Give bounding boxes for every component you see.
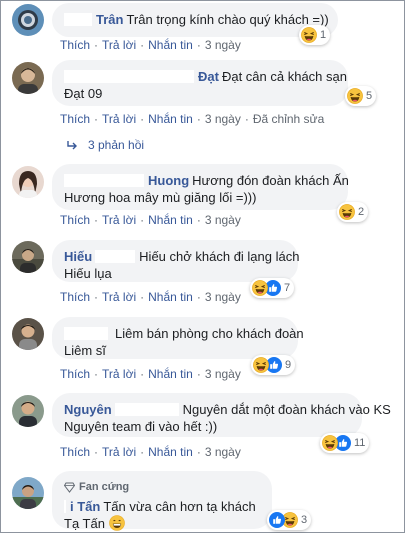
avatar[interactable]	[12, 477, 44, 509]
reaction-summary[interactable]: 3	[267, 510, 312, 530]
redacted-name	[64, 327, 108, 340]
comment-actions: Thích · Trả lời · Nhắn tin · 3 ngày	[60, 213, 241, 227]
reaction-count: 3	[301, 514, 308, 526]
reaction-summary[interactable]: 11	[320, 433, 370, 453]
reply-link[interactable]: Trả lời	[102, 445, 136, 459]
fan-badge[interactable]: Fan cứng	[64, 479, 260, 496]
timestamp[interactable]: 3 ngày	[205, 213, 241, 227]
like-link[interactable]: Thích	[60, 38, 90, 52]
fan-badge-label: Fan cứng	[79, 481, 130, 493]
timestamp[interactable]: 3 ngày	[205, 367, 241, 381]
like-link[interactable]: Thích	[60, 213, 90, 227]
redacted-name	[64, 174, 144, 187]
comment-text: Liêm bán phòng cho khách đoàn	[115, 326, 304, 341]
reply-link[interactable]: Trả lời	[102, 367, 136, 381]
comment-bubble: Trân Trân trọng kính chào quý khách =))	[52, 3, 338, 37]
commenter-name[interactable]: i Tấn	[70, 499, 100, 514]
haha-icon	[322, 435, 338, 451]
reply-link[interactable]: Trả lời	[102, 290, 136, 304]
reaction-summary[interactable]: 7	[250, 278, 295, 298]
redacted-name	[64, 70, 194, 83]
haha-icon	[252, 280, 268, 296]
avatar[interactable]	[12, 166, 44, 198]
timestamp[interactable]: 3 ngày	[205, 445, 241, 459]
comment-bubble: Huong Hương đón đoàn khách Ấn Hương hoa m…	[52, 164, 349, 210]
avatar[interactable]	[12, 62, 44, 94]
comment-text: Trân trọng kính chào quý khách =))	[126, 12, 329, 27]
reaction-count: 5	[366, 90, 373, 102]
haha-icon	[339, 204, 355, 220]
comment-actions: Thích · Trả lời · Nhắn tin · 3 ngày	[60, 367, 241, 381]
reply-link[interactable]: Trả lời	[102, 213, 136, 227]
comment-bubble: Hiếu Hiếu chở khách đi lạng lách Hiếu lụa	[52, 240, 300, 282]
timestamp[interactable]: 3 ngày	[205, 290, 241, 304]
comment-text: Tấn vừa cân hơn tạ khách	[103, 499, 256, 514]
avatar[interactable]	[12, 4, 44, 36]
message-link[interactable]: Nhắn tin	[148, 367, 193, 381]
diamond-icon	[64, 482, 75, 493]
like-icon	[269, 512, 285, 528]
commenter-name[interactable]: Huong	[148, 173, 189, 188]
reaction-summary[interactable]: 9	[251, 355, 296, 375]
reaction-summary[interactable]: 2	[337, 202, 369, 222]
message-link[interactable]: Nhắn tin	[148, 445, 193, 459]
reply-link[interactable]: Trả lời	[102, 38, 136, 52]
comment-bubble: Nguyên Nguyên dắt một đoàn khách vào KS N…	[52, 393, 391, 437]
like-link[interactable]: Thích	[60, 112, 90, 126]
timestamp[interactable]: 3 ngày	[205, 112, 241, 126]
comment-text-line-2: Đạt 09	[64, 86, 103, 101]
commenter-name[interactable]: Nguyên	[64, 402, 112, 417]
comment-text-line-2: Hương hoa mây mù giăng lối =)))	[64, 190, 257, 205]
comment-text: Hiếu chở khách đi lạng lách	[139, 249, 300, 264]
haha-icon	[301, 27, 317, 43]
avatar[interactable]	[12, 318, 44, 350]
like-link[interactable]: Thích	[60, 290, 90, 304]
comment-text-line-2: Tạ Tấn	[64, 516, 105, 531]
reaction-count: 2	[358, 206, 365, 218]
redacted-name	[64, 13, 92, 26]
comment-text: Đạt cân cả khách sạn	[221, 69, 347, 84]
comment-text: Hương đón đoàn khách Ấn	[192, 173, 349, 188]
message-link[interactable]: Nhắn tin	[148, 213, 193, 227]
message-link[interactable]: Nhắn tin	[148, 38, 193, 52]
haha-icon	[347, 88, 363, 104]
reply-arrow-icon	[67, 141, 77, 150]
reaction-count: 11	[354, 437, 366, 449]
avatar[interactable]	[12, 241, 44, 273]
view-replies-link[interactable]: 3 phản hồi	[66, 138, 144, 152]
reply-link[interactable]: Trả lời	[102, 112, 136, 126]
grinning-emoji-icon	[109, 515, 125, 531]
redacted-name	[95, 250, 136, 263]
like-link[interactable]: Thích	[60, 367, 90, 381]
comment-actions: Thích · Trả lời · Nhắn tin · 3 ngày	[60, 38, 241, 52]
edited-label[interactable]: Đã chỉnh sửa	[253, 112, 324, 126]
reaction-count: 9	[285, 359, 292, 371]
comment-text-line-2: Nguyên team đi vào hết :))	[64, 419, 218, 434]
comment-bubble: Liêm bán phòng cho khách đoàn Liêm sĩ	[52, 317, 304, 359]
comment-bubble: Đạt Đạt cân cả khách sạn Đạt 09	[52, 60, 348, 106]
comment-actions: Thích · Trả lời · Nhắn tin · 3 ngày	[60, 290, 241, 304]
reaction-count: 1	[320, 29, 327, 41]
redacted-name	[64, 500, 66, 513]
haha-icon	[253, 357, 269, 373]
comment-bubble: Fan cứng i Tấn Tấn vừa cân hơn tạ khách T…	[52, 471, 272, 531]
comment-actions: Thích · Trả lời · Nhắn tin · 3 ngày · Đã chỉnh s…	[60, 112, 325, 126]
commenter-name[interactable]: Hiếu	[64, 249, 92, 264]
like-link[interactable]: Thích	[60, 445, 90, 459]
reaction-summary[interactable]: 5	[345, 86, 377, 106]
reaction-summary[interactable]: 1	[299, 25, 331, 45]
message-link[interactable]: Nhắn tin	[148, 112, 193, 126]
reaction-count: 7	[284, 282, 291, 294]
avatar[interactable]	[12, 395, 44, 427]
redacted-name	[114, 403, 179, 416]
comment-text: Nguyên dắt một đoàn khách vào KS	[182, 402, 391, 417]
replies-count[interactable]: 3 phản hồi	[88, 138, 144, 152]
message-link[interactable]: Nhắn tin	[148, 290, 193, 304]
comment-actions: Thích · Trả lời · Nhắn tin · 3 ngày	[60, 445, 241, 459]
timestamp[interactable]: 3 ngày	[205, 38, 241, 52]
commenter-name[interactable]: Đạt	[198, 69, 219, 84]
commenter-name[interactable]: Trân	[96, 12, 123, 27]
